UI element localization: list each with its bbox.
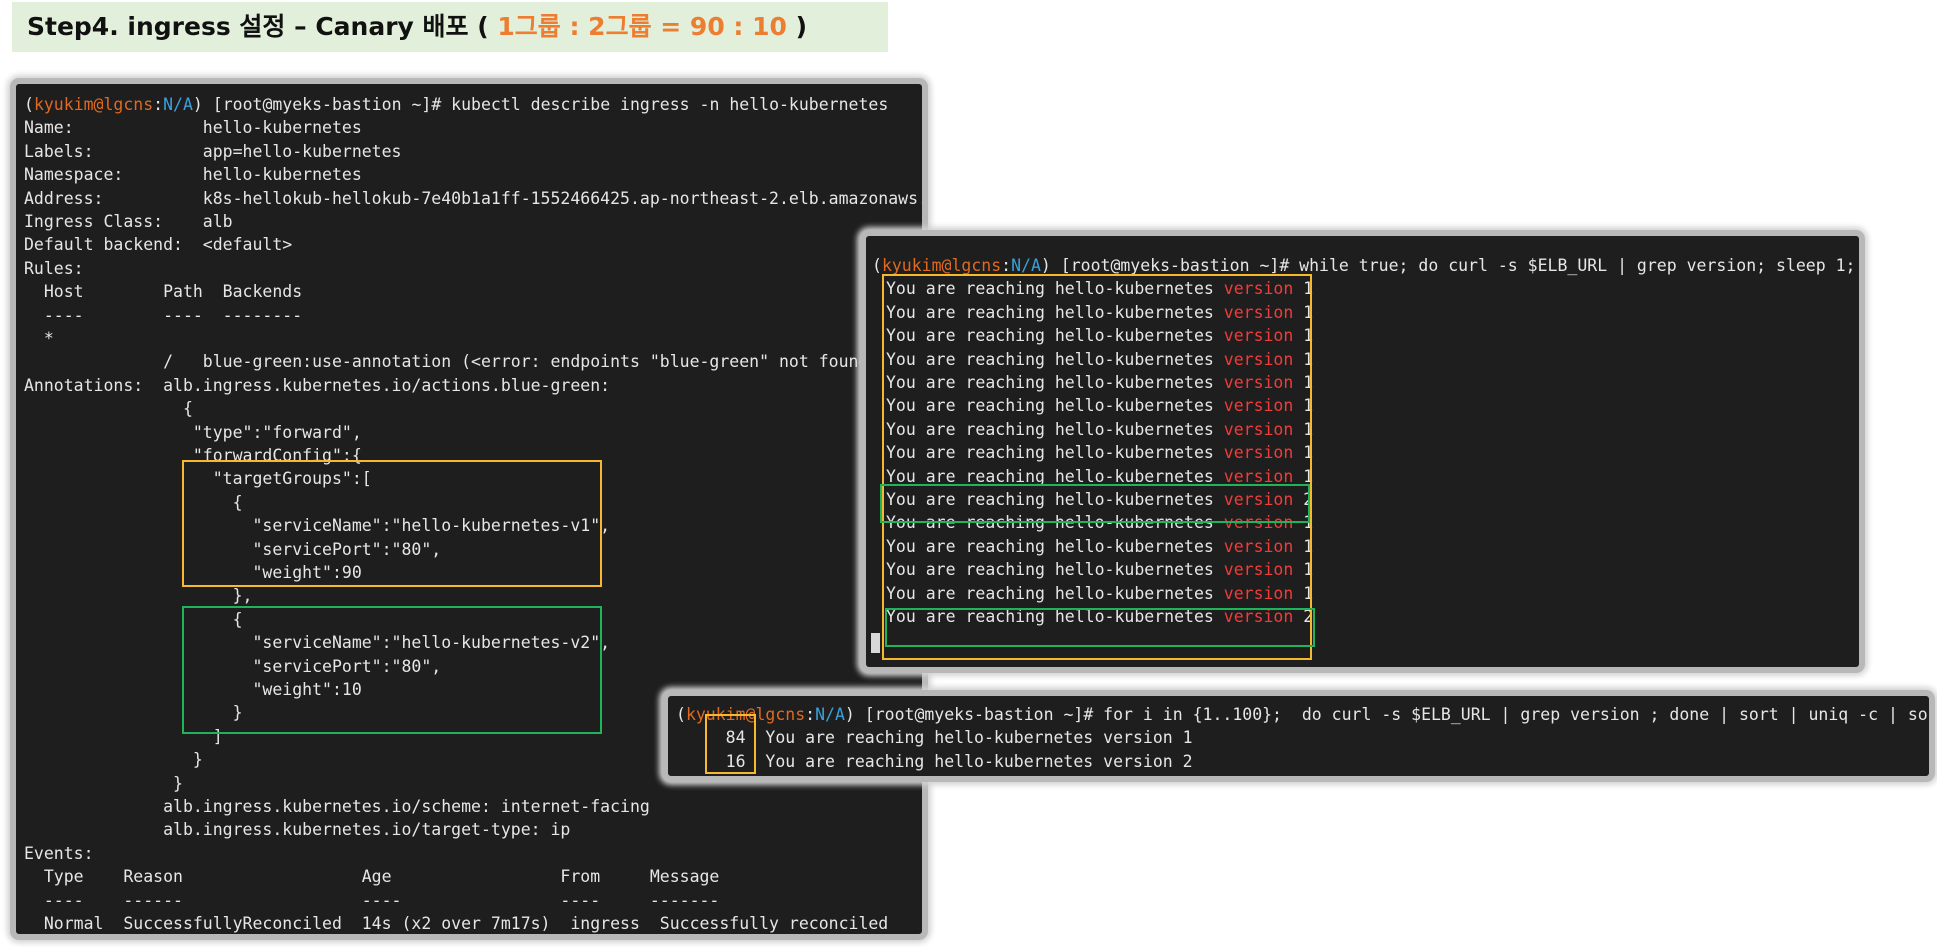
output-line: Annotations: alb.ingress.kubernetes.io/a… [24,375,611,395]
output-line: ---- ------ ---- ---- ------- [24,890,720,910]
output-line: { [24,399,193,419]
version-2-highlight [885,608,1315,647]
output-line: Labels: app=hello-kubernetes [24,141,402,161]
version-output-highlight [882,274,1312,660]
version-count-terminal: (kyukim@lgcns:N/A) [root@myeks-bastion ~… [662,690,1935,782]
prompt-line: (kyukim@lgcns:N/A) [root@myeks-bastion ~… [24,93,888,116]
v2-target-group-highlight [182,606,602,734]
prompt-host: N/A [815,705,845,724]
output-line: Events: [24,843,94,863]
cursor [871,633,880,653]
prompt-open: ( [676,705,686,724]
output-line: alb.ingress.kubernetes.io/scheme: intern… [24,797,650,816]
output-line: }, [24,586,253,606]
prompt-user: kyukim@lgcns [33,95,154,114]
prompt-sep: : [153,95,164,114]
output-line: alb.ingress.kubernetes.io/target-type: i… [24,820,571,840]
prompt-host: N/A [163,95,193,114]
title-suffix: ) [786,12,808,41]
prompt-sep: : [805,705,816,724]
prompt-command: ) [root@myeks-bastion ~]# kubectl descri… [192,95,889,114]
count-text: You are reaching hello-kubernetes versio… [765,751,1193,771]
output-line: ---- ---- -------- [24,305,303,325]
prompt-user: kyukim@lgcns [881,256,1002,275]
output-line: Rules: [24,258,84,278]
output-line: Type Reason Age From Message [24,867,720,887]
count-text: You are reaching hello-kubernetes versio… [765,728,1193,748]
version-loop-terminal: (kyukim@lgcns:N/A) [root@myeks-bastion ~… [860,230,1865,673]
output-line: "type":"forward", [24,422,362,442]
title-prefix: Step4. ingress 설정 – Canary 배포 ( [27,12,489,41]
prompt-command: ) [root@myeks-bastion ~]# for i in {1..1… [844,705,1935,724]
output-line: } [24,773,183,793]
output-line: Ingress Class: alb [24,212,233,231]
title-ratio: 1그룹 : 2그룹 = 90 : 10 [488,12,787,41]
prompt-host: N/A [1011,256,1041,275]
output-line: Namespace: hello-kubernetes [24,165,362,185]
output-line: * [24,329,54,348]
output-line: Normal SuccessfullyReconciled 14s (x2 ov… [24,914,889,933]
prompt-line: (kyukim@lgcns:N/A) [root@myeks-bastion ~… [676,703,1935,726]
prompt-sep: : [1001,256,1012,275]
output-line: Name: hello-kubernetes [24,118,362,138]
output-line: } [24,750,203,770]
prompt-open: ( [24,95,34,114]
version-2-highlight [880,484,1310,523]
prompt-command: ) [root@myeks-bastion ~]# while true; do… [1040,256,1865,275]
describe-ingress-terminal: (kyukim@lgcns:N/A) [root@myeks-bastion ~… [10,78,928,940]
output-line: / blue-green:use-annotation (<error: end… [24,352,889,372]
output-line: Address: k8s-hellokub-hellokub-7e40b1a1f… [24,188,928,208]
count-highlight [705,714,756,774]
v1-target-group-highlight [182,460,602,587]
slide-title: Step4. ingress 설정 – Canary 배포 ( 1그룹 : 2그… [12,2,888,52]
output-line: Host Path Backends [24,282,303,302]
output-line: Default backend: <default> [24,235,293,255]
prompt-open: ( [872,256,882,275]
